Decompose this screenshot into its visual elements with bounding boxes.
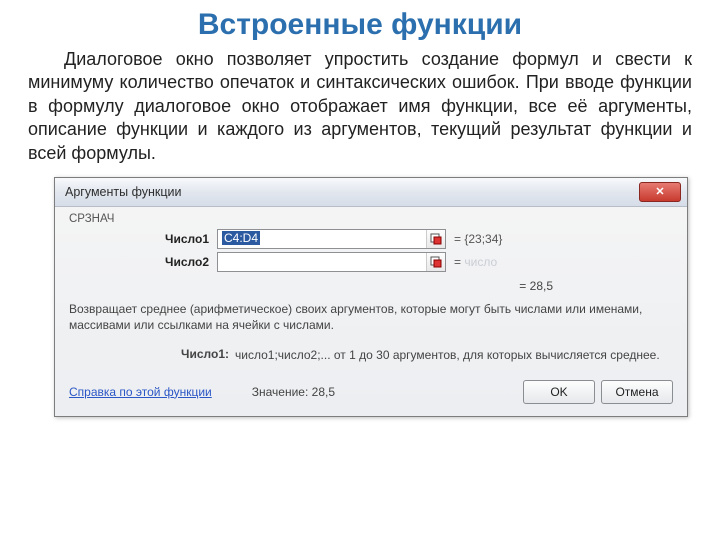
close-icon: ✕ xyxy=(655,185,664,198)
intro-paragraph: Диалоговое окно позволяет упростить созд… xyxy=(28,48,692,165)
argument-row: Число2 = число xyxy=(69,252,673,272)
function-arguments-dialog: Аргументы функции ✕ СРЗНАЧ Число1 C4:D4 … xyxy=(54,177,688,417)
argument-description: Число1: число1;число2;... от 1 до 30 арг… xyxy=(69,343,673,371)
arg1-evaluation: = {23;34} xyxy=(446,232,502,246)
arg1-input[interactable]: C4:D4 xyxy=(218,231,426,247)
argument-row: Число1 C4:D4 = {23;34} xyxy=(69,229,673,249)
page-title: Встроенные функции xyxy=(28,8,692,42)
help-link[interactable]: Справка по этой функции xyxy=(69,385,212,399)
arg1-label: Число1 xyxy=(69,232,217,246)
function-name: СРЗНАЧ xyxy=(69,213,673,225)
preview-result: = 28,5 xyxy=(69,275,673,299)
arg2-input-wrapper[interactable] xyxy=(217,252,446,272)
dialog-titlebar: Аргументы функции ✕ xyxy=(55,178,687,207)
arg2-evaluation: = число xyxy=(446,255,497,269)
arg2-label: Число2 xyxy=(69,255,217,269)
range-select-icon[interactable] xyxy=(426,253,445,271)
arg-help-label: Число1: xyxy=(69,347,235,363)
function-description: Возвращает среднее (арифметическое) свои… xyxy=(69,299,673,343)
value-label: Значение: 28,5 xyxy=(252,385,335,399)
close-button[interactable]: ✕ xyxy=(639,182,681,202)
arg2-input[interactable] xyxy=(218,254,426,270)
arg1-input-wrapper[interactable]: C4:D4 xyxy=(217,229,446,249)
range-select-icon[interactable] xyxy=(426,230,445,248)
dialog-title: Аргументы функции xyxy=(65,185,181,199)
arg-help-text: число1;число2;... от 1 до 30 аргументов,… xyxy=(235,347,673,363)
ok-button[interactable]: OK xyxy=(523,380,595,404)
cancel-button[interactable]: Отмена xyxy=(601,380,673,404)
